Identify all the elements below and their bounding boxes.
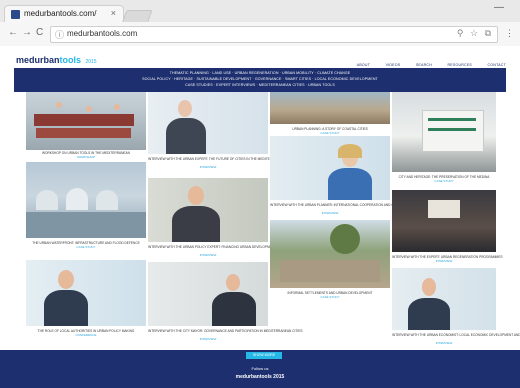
nav-item-about[interactable]: ABOUT (357, 63, 370, 67)
video-title[interactable]: INTERVIEW WITH THE CITY MAYOR: GOVERNANC… (148, 329, 303, 333)
address-bar[interactable]: ⓘ medurbantools.com ⚲ ☆ ⧉ (50, 26, 498, 43)
video-card[interactable]: INTERVIEW WITH THE URBAN EXPERT: THE FUT… (148, 92, 299, 176)
video-title[interactable]: INTERVIEW WITH THE URBAN POLICY EXPERT: … (148, 245, 276, 249)
url-text[interactable]: medurbantools.com (67, 29, 137, 38)
video-card[interactable]: INTERVIEW WITH THE CITY MAYOR: GOVERNANC… (148, 262, 303, 346)
video-thumbnail[interactable] (392, 92, 496, 172)
browser-titlebar: medurbantools.com/ × — (0, 0, 520, 24)
category-line[interactable]: SOCIAL POLICY · HERITAGE · SUSTAINABLE D… (14, 77, 506, 81)
video-card[interactable]: CITY AND HERITAGE: THE PRESERVATION OF T… (392, 92, 496, 188)
browser-toolbar: ← → C ⓘ medurbantools.com ⚲ ☆ ⧉ ⋮ (0, 22, 520, 47)
forward-icon[interactable]: → (22, 27, 32, 38)
back-icon[interactable]: ← (8, 27, 18, 38)
video-thumbnail[interactable] (392, 268, 496, 330)
footer-copyright: medurbantools 2015 (235, 374, 285, 380)
nav-item-search[interactable]: SEARCH (416, 63, 432, 67)
video-thumbnail[interactable] (270, 92, 390, 124)
site-header: medurbantools 2015 Tools for the Mediter… (0, 46, 520, 74)
video-card[interactable]: INTERVIEW WITH THE EXPERT: URBAN REGENER… (392, 190, 502, 268)
video-card[interactable]: THE ROLE OF LOCAL AUTHORITIES IN URBAN P… (26, 260, 146, 342)
video-category: CASE STUDY (434, 179, 454, 183)
video-category: INTERVIEW (199, 253, 217, 257)
category-bar: THEMATIC PLANNING · LAND USE · URBAN REG… (14, 68, 506, 92)
video-category: WORKSHOP (77, 155, 95, 159)
video-thumbnail[interactable] (270, 136, 390, 200)
video-grid: WORKSHOP ON URBAN TOOLS IN THE MEDITERRA… (14, 92, 520, 350)
category-line[interactable]: THEMATIC PLANNING · LAND USE · URBAN REG… (14, 71, 506, 75)
video-thumbnail[interactable] (148, 178, 268, 242)
nav-item-resources[interactable]: RESOURCES (447, 63, 472, 67)
video-title[interactable]: INTERVIEW WITH THE URBAN PLANNER: INTERN… (270, 203, 402, 207)
favicon-icon (11, 10, 20, 19)
video-card[interactable]: INTERVIEW WITH THE URBAN PLANNER: INTERN… (270, 136, 402, 220)
nav-item-contact[interactable]: CONTACT (487, 63, 506, 67)
video-thumbnail[interactable] (148, 262, 268, 326)
video-category: CASE STUDY (320, 295, 340, 299)
video-thumbnail[interactable] (392, 190, 496, 252)
video-thumbnail[interactable] (148, 92, 268, 154)
info-icon[interactable]: ⓘ (55, 28, 64, 41)
video-card[interactable]: WORKSHOP ON URBAN TOOLS IN THE MEDITERRA… (26, 92, 146, 160)
address-bar-actions[interactable]: ⚲ ☆ ⧉ (457, 28, 493, 39)
video-card[interactable]: INTERVIEW WITH THE URBAN ECONOMIST: LOCA… (392, 268, 520, 348)
video-title[interactable]: INTERVIEW WITH THE URBAN ECONOMIST: LOCA… (392, 333, 520, 337)
logo-suffix: 2015 (85, 59, 97, 65)
video-thumbnail[interactable] (270, 220, 390, 288)
video-thumbnail[interactable] (26, 162, 146, 238)
video-category: CASE STUDY (320, 131, 340, 135)
nav-item-videos[interactable]: VIDEOS (386, 63, 401, 67)
browser-menu-icon[interactable]: ⋮ (505, 28, 514, 39)
minimize-icon[interactable]: — (494, 2, 504, 13)
category-line[interactable]: CASE STUDIES · EXPERT INTERVIEWS · MEDIT… (14, 83, 506, 87)
video-category: INTERVIEW (435, 341, 453, 345)
tab-close-icon[interactable]: × (111, 8, 116, 18)
video-card[interactable]: THE URBAN WATERFRONT: INFRASTRUCTURE AND… (26, 162, 146, 250)
video-title[interactable]: INTERVIEW WITH THE URBAN EXPERT: THE FUT… (148, 157, 299, 161)
footer-follow: Follow us (251, 366, 269, 371)
video-thumbnail[interactable] (26, 260, 146, 326)
video-card[interactable]: INTERVIEW WITH THE URBAN POLICY EXPERT: … (148, 178, 276, 260)
video-card[interactable]: URBAN PLANNING: A STORY OF COASTAL CITIE… (270, 92, 390, 136)
video-category: INTERVIEW (321, 211, 339, 215)
tab-title: medurbantools.com/ (24, 9, 97, 18)
show-more-button[interactable]: SHOW MORE (246, 352, 282, 359)
logo-main: medurban (16, 55, 60, 65)
footer: SHOW MORE Follow us medurbantools 2015 (0, 350, 520, 388)
video-category: INTERVIEW (199, 337, 217, 341)
video-thumbnail[interactable] (26, 92, 146, 150)
video-category: INTERVIEW (435, 259, 453, 263)
video-card[interactable]: INFORMAL SETTLEMENTS AND URBAN DEVELOPME… (270, 220, 390, 308)
reload-icon[interactable]: C (36, 27, 43, 38)
video-category: CASE STUDY (76, 245, 96, 249)
video-category: CONFERENCE (75, 333, 97, 337)
browser-tab[interactable]: medurbantools.com/ × (4, 5, 124, 23)
video-category: INTERVIEW (199, 165, 217, 169)
logo-accent: tools (59, 55, 82, 65)
